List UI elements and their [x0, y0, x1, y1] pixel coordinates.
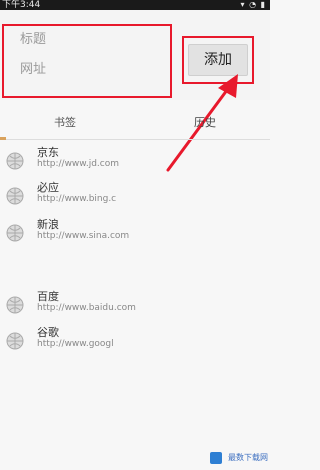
status-icons: ▾ ◔ ▮ [240, 0, 266, 9]
bookmark-name: 必应 [37, 181, 59, 194]
globe-icon [6, 152, 24, 170]
bookmark-url: http://www.baidu.com [37, 303, 136, 313]
bookmark-name: 京东 [37, 146, 59, 159]
bookmark-name: 百度 [37, 290, 59, 303]
globe-icon [6, 224, 24, 242]
bookmark-name: 新浪 [37, 218, 59, 231]
tab-bar: 书签 历史 [0, 112, 270, 140]
globe-icon [6, 296, 24, 314]
watermark-logo-icon [210, 452, 222, 464]
list-item[interactable]: 京东 http://www.jd.com [0, 142, 270, 176]
status-time: 下午3:44 [2, 0, 41, 10]
list-item[interactable]: 谷歌 http://www.googl [0, 322, 270, 356]
tab-indicator [0, 137, 6, 140]
watermark: 最数下载网 [210, 450, 268, 466]
bookmark-name: 谷歌 [37, 326, 59, 339]
tab-history[interactable]: 历史 [140, 112, 270, 139]
annotation-highlight-inputs [2, 24, 172, 98]
tab-bookmarks[interactable]: 书签 [0, 112, 130, 139]
list-item[interactable]: 新浪 http://www.sina.com [0, 214, 270, 248]
globe-icon [6, 332, 24, 350]
bookmark-form: 标题 网址 添加 [0, 10, 270, 100]
bookmark-url: http://www.sina.com [37, 231, 130, 241]
annotation-highlight-add-button [182, 36, 254, 84]
globe-icon [6, 187, 24, 205]
status-bar: 下午3:44 ▾ ◔ ▮ [0, 0, 270, 10]
list-item[interactable]: 必应 http://www.bing.c [0, 177, 270, 211]
watermark-text: 最数下载网 [228, 453, 268, 462]
bookmark-url: http://www.googl [37, 339, 114, 349]
bookmark-url: http://www.jd.com [37, 159, 119, 169]
list-item[interactable]: 百度 http://www.baidu.com [0, 286, 270, 320]
bookmark-url: http://www.bing.c [37, 194, 117, 204]
